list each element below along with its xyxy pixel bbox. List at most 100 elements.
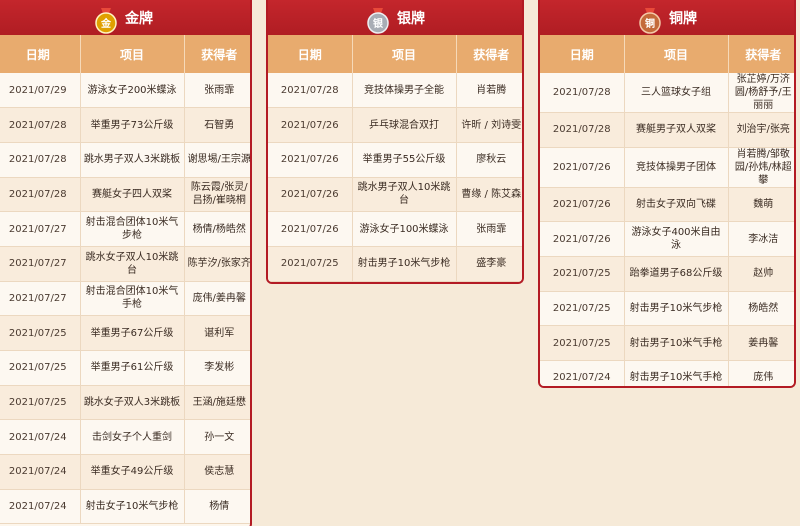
cell-event: 竞技体操男子全能 xyxy=(352,73,457,109)
table-row: 2021/07/26 游泳女子100米蝶泳 张雨霏 xyxy=(268,211,522,247)
cell-event: 举重男子61公斤级 xyxy=(80,350,185,386)
cell-date: 2021/07/26 xyxy=(540,221,625,258)
cell-event: 射击男子10米气手枪 xyxy=(624,325,729,362)
cell-date: 2021/07/25 xyxy=(540,256,625,292)
cell-event: 举重女子49公斤级 xyxy=(80,454,185,490)
column-header-date: 日期 xyxy=(268,35,353,73)
cell-event: 跳水男子双人3米跳板 xyxy=(80,142,185,178)
cell-date: 2021/07/25 xyxy=(0,350,81,386)
cell-date: 2021/07/26 xyxy=(268,107,353,143)
table-row: 2021/07/25 跆拳道男子68公斤级 赵帅 xyxy=(540,256,794,292)
cell-event: 竞技体操男子团体 xyxy=(624,147,729,188)
gold-medal-table: 日期 项目 获得者 2021/07/29 游泳女子200米蝶泳 张雨霏 2021/07… xyxy=(0,35,250,525)
cell-event: 射击男子10米气步枪 xyxy=(624,291,729,327)
cell-date: 2021/07/24 xyxy=(0,419,81,456)
cell-winner: 张雨霏 xyxy=(184,73,250,109)
cell-date: 2021/07/25 xyxy=(0,315,81,351)
bronze-panel-title: 铜牌 xyxy=(669,10,697,27)
cell-date: 2021/07/27 xyxy=(0,246,81,282)
cell-date: 2021/07/25 xyxy=(0,385,81,421)
cell-winner: 杨倩/杨皓然 xyxy=(184,211,250,247)
column-header-winner: 获得者 xyxy=(456,35,522,73)
column-header-date: 日期 xyxy=(0,35,81,73)
cell-event: 赛艇男子双人双桨 xyxy=(624,112,729,148)
cell-date: 2021/07/24 xyxy=(0,454,81,490)
cell-date: 2021/07/28 xyxy=(268,73,353,109)
cell-date: 2021/07/27 xyxy=(0,281,81,317)
cell-event: 举重男子55公斤级 xyxy=(352,142,457,178)
table-row: 2021/07/24 射击女子10米气步枪 杨倩 xyxy=(0,489,250,525)
cell-winner: 孙一文 xyxy=(184,419,250,456)
table-row: 2021/07/26 跳水男子双人10米跳台 曹缘 / 陈艾森 xyxy=(268,177,522,213)
cell-date: 2021/07/25 xyxy=(540,325,625,362)
cell-event: 跆拳道男子68公斤级 xyxy=(624,256,729,292)
cell-date: 2021/07/29 xyxy=(0,73,81,109)
table-row: 2021/07/26 射击女子双向飞碟 魏萌 xyxy=(540,187,794,223)
cell-winner: 张雨霏 xyxy=(456,211,522,247)
bronze-medal-table: 日期 项目 获得者 2021/07/28 三人篮球女子组 张芷婷/万济圆/杨舒予/王… xyxy=(540,35,794,386)
column-header-event: 项目 xyxy=(352,35,457,73)
bronze-medal-panel: 铜 铜牌 日期 项目 获得者 2021/07/28 三人篮球女子组 张芷婷/万济圆/… xyxy=(538,0,796,388)
cell-event: 射击男子10米气步枪 xyxy=(352,246,457,282)
cell-winner: 姜冉馨 xyxy=(728,325,794,362)
table-header-row: 日期 项目 获得者 xyxy=(0,35,250,73)
cell-event: 游泳女子400米自由泳 xyxy=(624,221,729,258)
table-row: 2021/07/28 竞技体操男子全能 肖若腾 xyxy=(268,73,522,109)
column-header-event: 项目 xyxy=(80,35,185,73)
cell-winner: 张芷婷/万济圆/杨舒予/王丽丽 xyxy=(728,73,794,113)
bronze-medal-icon: 铜 xyxy=(637,7,663,34)
cell-winner: 谢思埸/王宗源 xyxy=(184,142,250,178)
table-row: 2021/07/26 竞技体操男子团体 肖若腾/邹敬园/孙炜/林超攀 xyxy=(540,147,794,188)
cell-winner: 陈云霞/张灵/吕扬/崔晓桐 xyxy=(184,177,250,213)
cell-winner: 廖秋云 xyxy=(456,142,522,178)
silver-panel-header: 银 银牌 xyxy=(268,0,522,35)
cell-winner: 李冰洁 xyxy=(728,221,794,258)
cell-winner: 石智勇 xyxy=(184,107,250,143)
column-header-winner: 获得者 xyxy=(184,35,250,73)
table-row: 2021/07/27 跳水女子双人10米跳台 陈芋汐/张家齐 xyxy=(0,246,250,282)
table-row: 2021/07/28 赛艇男子双人双桨 刘治宇/张亮 xyxy=(540,112,794,148)
cell-winner: 魏萌 xyxy=(728,187,794,223)
cell-winner: 李发彬 xyxy=(184,350,250,386)
cell-event: 射击混合团体10米气手枪 xyxy=(80,281,185,317)
bronze-panel-header: 铜 铜牌 xyxy=(540,0,794,35)
table-row: 2021/07/27 射击混合团体10米气手枪 庞伟/姜冉馨 xyxy=(0,281,250,317)
gold-panel-title: 金牌 xyxy=(125,10,153,27)
cell-date: 2021/07/28 xyxy=(0,177,81,213)
table-row: 2021/07/25 射击男子10米气步枪 杨皓然 xyxy=(540,291,794,327)
cell-event: 举重男子73公斤级 xyxy=(80,107,185,143)
cell-event: 射击混合团体10米气步枪 xyxy=(80,211,185,247)
gold-medal-icon: 金 xyxy=(93,7,119,34)
cell-date: 2021/07/27 xyxy=(0,211,81,247)
cell-winner: 刘治宇/张亮 xyxy=(728,112,794,148)
cell-winner: 肖若腾/邹敬园/孙炜/林超攀 xyxy=(728,147,794,188)
table-row: 2021/07/25 举重男子67公斤级 谌利军 xyxy=(0,315,250,351)
cell-event: 跳水男子双人10米跳台 xyxy=(352,177,457,213)
cell-winner: 王涵/施廷懋 xyxy=(184,385,250,421)
cell-date: 2021/07/24 xyxy=(540,360,625,386)
cell-date: 2021/07/26 xyxy=(268,211,353,247)
cell-event: 游泳女子100米蝶泳 xyxy=(352,211,457,247)
cell-event: 射击男子10米气手枪 xyxy=(624,360,729,386)
cell-date: 2021/07/28 xyxy=(540,112,625,148)
cell-date: 2021/07/28 xyxy=(0,107,81,143)
column-header-event: 项目 xyxy=(624,35,729,73)
svg-text:金: 金 xyxy=(100,17,112,30)
table-header-row: 日期 项目 获得者 xyxy=(268,35,522,73)
cell-date: 2021/07/26 xyxy=(268,142,353,178)
cell-event: 游泳女子200米蝶泳 xyxy=(80,73,185,109)
cell-winner: 盛李豪 xyxy=(456,246,522,282)
cell-event: 乒乓球混合双打 xyxy=(352,107,457,143)
cell-winner: 杨倩 xyxy=(184,489,250,525)
cell-winner: 许昕 / 刘诗雯 xyxy=(456,107,522,143)
svg-text:银: 银 xyxy=(373,17,384,30)
cell-winner: 庞伟/姜冉馨 xyxy=(184,281,250,317)
cell-event: 射击女子10米气步枪 xyxy=(80,489,185,525)
cell-winner: 曹缘 / 陈艾森 xyxy=(456,177,522,213)
cell-date: 2021/07/24 xyxy=(0,489,81,525)
table-row: 2021/07/26 乒乓球混合双打 许昕 / 刘诗雯 xyxy=(268,107,522,143)
cell-date: 2021/07/25 xyxy=(268,246,353,282)
cell-winner: 侯志慧 xyxy=(184,454,250,490)
cell-event: 举重男子67公斤级 xyxy=(80,315,185,351)
table-row: 2021/07/28 赛艇女子四人双桨 陈云霞/张灵/吕扬/崔晓桐 xyxy=(0,177,250,213)
